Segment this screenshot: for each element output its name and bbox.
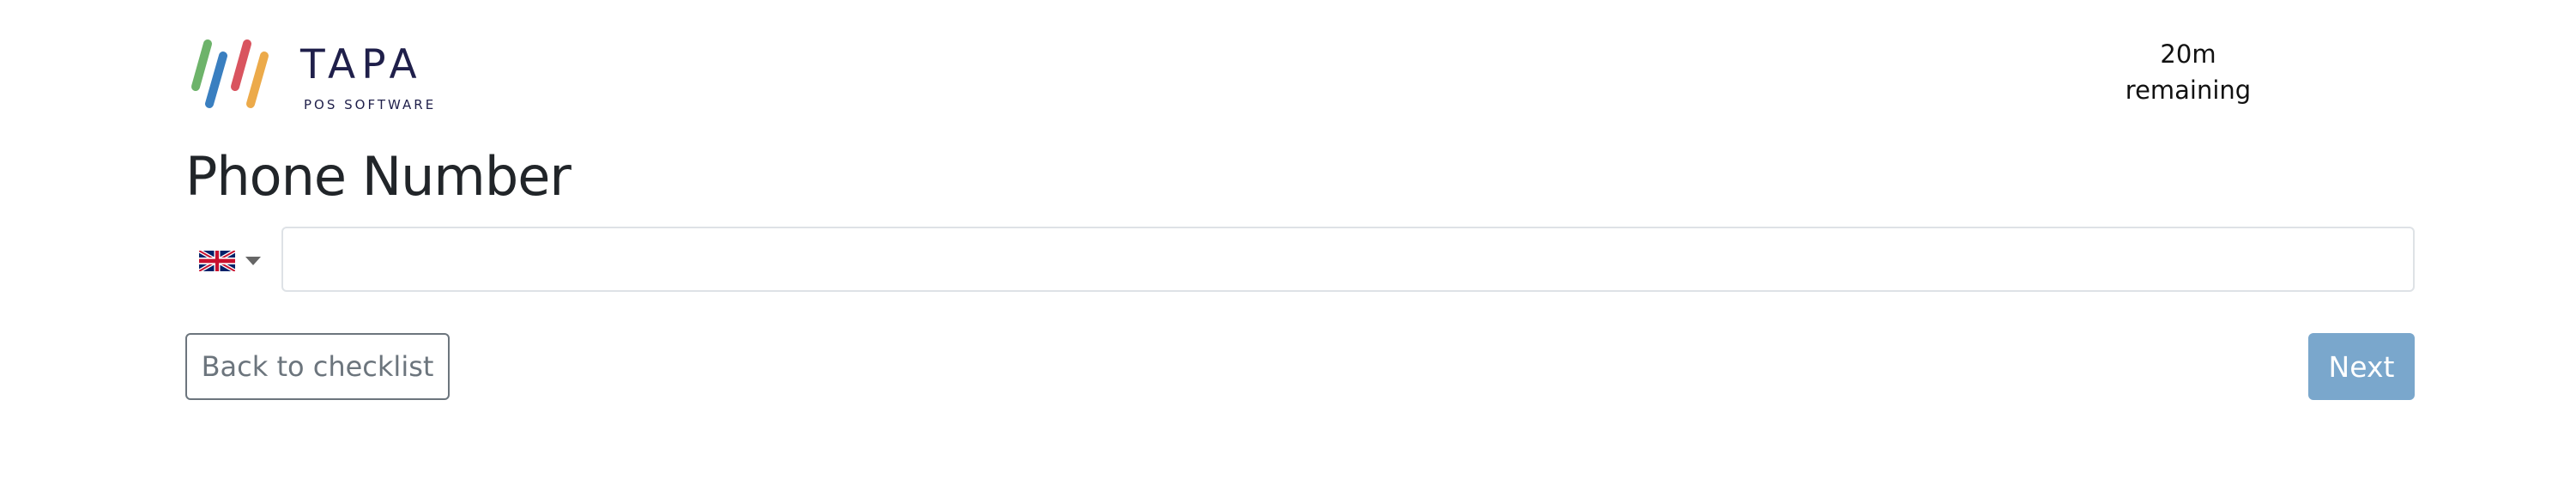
phone-number-input[interactable] bbox=[281, 227, 2415, 292]
time-remaining: 20m remaining bbox=[2094, 36, 2283, 108]
timer-label: remaining bbox=[2125, 76, 2252, 105]
phone-number-page: TAPA POS SOFTWARE 20m remaining Phone Nu… bbox=[0, 0, 2576, 479]
next-button[interactable]: Next bbox=[2308, 333, 2415, 400]
back-to-checklist-button[interactable]: Back to checklist bbox=[185, 333, 450, 400]
page-title: Phone Number bbox=[185, 145, 571, 208]
logo-text: TAPA POS SOFTWARE bbox=[300, 34, 436, 112]
logo-stripes-icon bbox=[191, 39, 269, 108]
uk-flag-icon bbox=[199, 251, 235, 271]
logo-name: TAPA bbox=[300, 41, 423, 88]
timer-value: 20m bbox=[2160, 39, 2216, 69]
logo-tagline: POS SOFTWARE bbox=[304, 97, 437, 112]
chevron-down-icon bbox=[245, 257, 261, 265]
country-code-select[interactable] bbox=[199, 244, 261, 278]
tapa-logo: TAPA POS SOFTWARE bbox=[184, 34, 436, 112]
